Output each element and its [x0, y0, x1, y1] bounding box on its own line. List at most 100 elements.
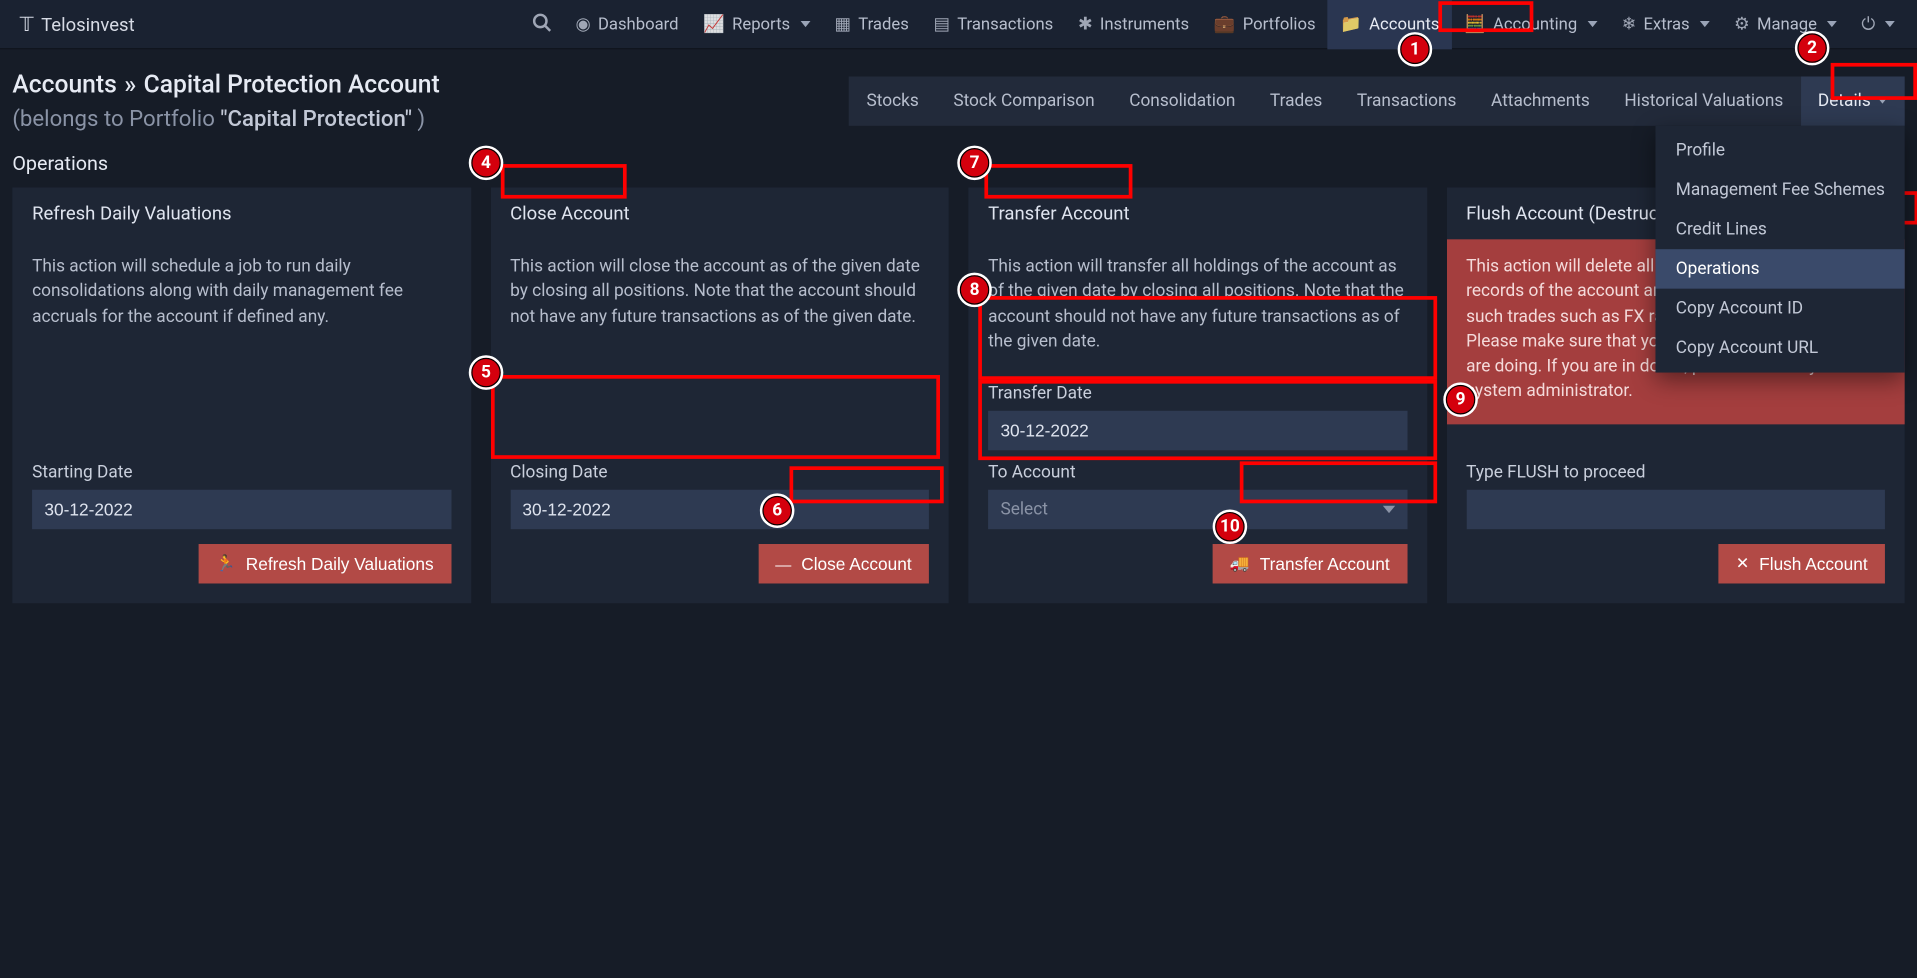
truck-icon: 🚚 — [1230, 554, 1250, 574]
details-menu-copy-id[interactable]: Copy Account ID — [1656, 288, 1905, 327]
page-header: Accounts » Capital Protection Account (b… — [0, 49, 1917, 146]
nav-label: Trades — [858, 14, 909, 34]
nav-label: Dashboard — [598, 14, 679, 34]
tab-attachments[interactable]: Attachments — [1474, 76, 1607, 125]
belongs-prefix: (belongs to Portfolio — [12, 106, 220, 132]
card-flush-form: Type FLUSH to proceed — [1446, 453, 1904, 529]
details-dropdown: Profile Management Fee Schemes Credit Li… — [1656, 125, 1905, 372]
page-title: Accounts » Capital Protection Account (b… — [12, 69, 849, 132]
chevron-down-icon — [1700, 21, 1710, 27]
flush-label: Type FLUSH to proceed — [1466, 463, 1885, 483]
details-menu-operations[interactable]: Operations — [1656, 249, 1905, 288]
operations-cards: Refresh Daily Valuations This action wil… — [0, 188, 1917, 624]
tab-transactions[interactable]: Transactions — [1340, 76, 1474, 125]
flush-account-button[interactable]: ✕ Flush Account — [1719, 544, 1885, 583]
card-close-title: Close Account — [490, 188, 948, 240]
grid-icon: ▦ — [835, 14, 851, 34]
transfer-account-button[interactable]: 🚚 Transfer Account — [1213, 544, 1407, 583]
tab-consolidation[interactable]: Consolidation — [1112, 76, 1253, 125]
tab-stock-comparison[interactable]: Stock Comparison — [936, 76, 1112, 125]
nav-label: Portfolios — [1243, 14, 1316, 34]
table-icon: ▤ — [933, 14, 949, 34]
nav-manage[interactable]: ⚙ Manage — [1722, 0, 1849, 49]
snowflake-icon: ❄ — [1622, 14, 1636, 34]
closing-date-input[interactable] — [510, 490, 929, 529]
nav-accounts[interactable]: 📁 Accounts — [1328, 0, 1452, 49]
card-close-form: Closing Date — [490, 453, 948, 529]
details-menu-copy-url[interactable]: Copy Account URL — [1656, 328, 1905, 367]
nav-power[interactable]: ⏻ — [1849, 0, 1907, 49]
power-icon: ⏻ — [1861, 14, 1875, 34]
starting-date-label: Starting Date — [32, 463, 451, 483]
asterisk-icon: ✱ — [1078, 14, 1092, 34]
breadcrumb-sep: » — [124, 69, 136, 99]
account-tabs: Stocks Stock Comparison Consolidation Tr… — [849, 76, 1904, 125]
card-close-desc: This action will close the account as of… — [490, 239, 948, 453]
nav-instruments[interactable]: ✱ Instruments — [1066, 0, 1202, 49]
breadcrumb-root[interactable]: Accounts — [12, 69, 116, 99]
tab-historical-valuations[interactable]: Historical Valuations — [1607, 76, 1801, 125]
details-menu-profile[interactable]: Profile — [1656, 130, 1905, 169]
search-button[interactable] — [519, 0, 563, 49]
gear-icon: ⚙ — [1734, 14, 1749, 34]
nav-reports[interactable]: 📈 Reports — [691, 0, 822, 49]
details-menu-credit-lines[interactable]: Credit Lines — [1656, 209, 1905, 248]
folder-icon: 📁 — [1340, 14, 1362, 34]
card-transfer: Transfer Account This action will transf… — [968, 188, 1426, 604]
nav-label: Reports — [732, 14, 790, 34]
card-refresh-desc: This action will schedule a job to run d… — [12, 239, 470, 453]
close-account-button[interactable]: — Close Account — [758, 544, 929, 583]
chart-line-icon: 📈 — [703, 14, 725, 34]
transfer-date-input[interactable] — [988, 411, 1407, 450]
portfolio-name[interactable]: "Capital Protection" — [220, 106, 412, 132]
tab-trades[interactable]: Trades — [1253, 76, 1340, 125]
minus-icon: — — [775, 555, 791, 574]
nav-label: Instruments — [1100, 14, 1189, 34]
search-icon — [531, 12, 551, 37]
belongs-suffix: ) — [412, 106, 425, 132]
card-transfer-form: Transfer Date To Account Select — [968, 374, 1426, 529]
card-refresh-form: Starting Date — [12, 453, 470, 529]
top-nav: 𝕋 Telosinvest ◉ Dashboard 📈 Reports ▦ Tr… — [0, 0, 1917, 49]
breadcrumb-account: Capital Protection Account — [144, 69, 440, 99]
nav-label: Accounting — [1493, 14, 1577, 34]
gauge-icon: ◉ — [575, 14, 590, 34]
brand-name: Telosinvest — [41, 13, 135, 35]
running-icon: 🏃 — [216, 554, 236, 574]
tab-stocks[interactable]: Stocks — [849, 76, 936, 125]
chevron-down-icon — [1885, 21, 1895, 27]
closing-date-label: Closing Date — [510, 463, 929, 483]
card-close: Close Account This action will close the… — [490, 188, 948, 604]
brand[interactable]: 𝕋 Telosinvest — [10, 12, 145, 35]
chevron-down-icon — [800, 21, 810, 27]
nav-transactions[interactable]: ▤ Transactions — [921, 0, 1065, 49]
chevron-down-icon — [1382, 506, 1394, 513]
close-icon: ✕ — [1736, 554, 1749, 574]
section-title: Operations — [0, 147, 1917, 188]
nav-extras[interactable]: ❄ Extras — [1609, 0, 1721, 49]
nav-label: Manage — [1757, 14, 1817, 34]
nav-accounting[interactable]: 🧮 Accounting — [1452, 0, 1610, 49]
nav-label: Extras — [1643, 14, 1689, 34]
nav-trades[interactable]: ▦ Trades — [822, 0, 921, 49]
brand-icon: 𝕋 — [20, 12, 34, 35]
chevron-down-icon — [1878, 97, 1888, 103]
calculator-icon: 🧮 — [1464, 14, 1486, 34]
flush-confirm-input[interactable] — [1466, 490, 1885, 529]
nav-label: Transactions — [957, 14, 1053, 34]
nav-label: Accounts — [1369, 14, 1439, 34]
nav-portfolios[interactable]: 💼 Portfolios — [1201, 0, 1327, 49]
tab-details[interactable]: Details — [1801, 76, 1905, 125]
starting-date-input[interactable] — [32, 490, 451, 529]
card-refresh: Refresh Daily Valuations This action wil… — [12, 188, 470, 604]
details-menu-mfs[interactable]: Management Fee Schemes — [1656, 170, 1905, 209]
chevron-down-icon — [1827, 21, 1837, 27]
to-account-select[interactable]: Select — [988, 490, 1407, 529]
briefcase-icon: 💼 — [1214, 14, 1236, 34]
card-transfer-desc: This action will transfer all holdings o… — [968, 239, 1426, 374]
nav-dashboard[interactable]: ◉ Dashboard — [563, 0, 691, 49]
chevron-down-icon — [1587, 21, 1597, 27]
to-account-label: To Account — [988, 463, 1407, 483]
refresh-daily-valuations-button[interactable]: 🏃 Refresh Daily Valuations — [199, 544, 451, 583]
card-transfer-title: Transfer Account — [968, 188, 1426, 240]
